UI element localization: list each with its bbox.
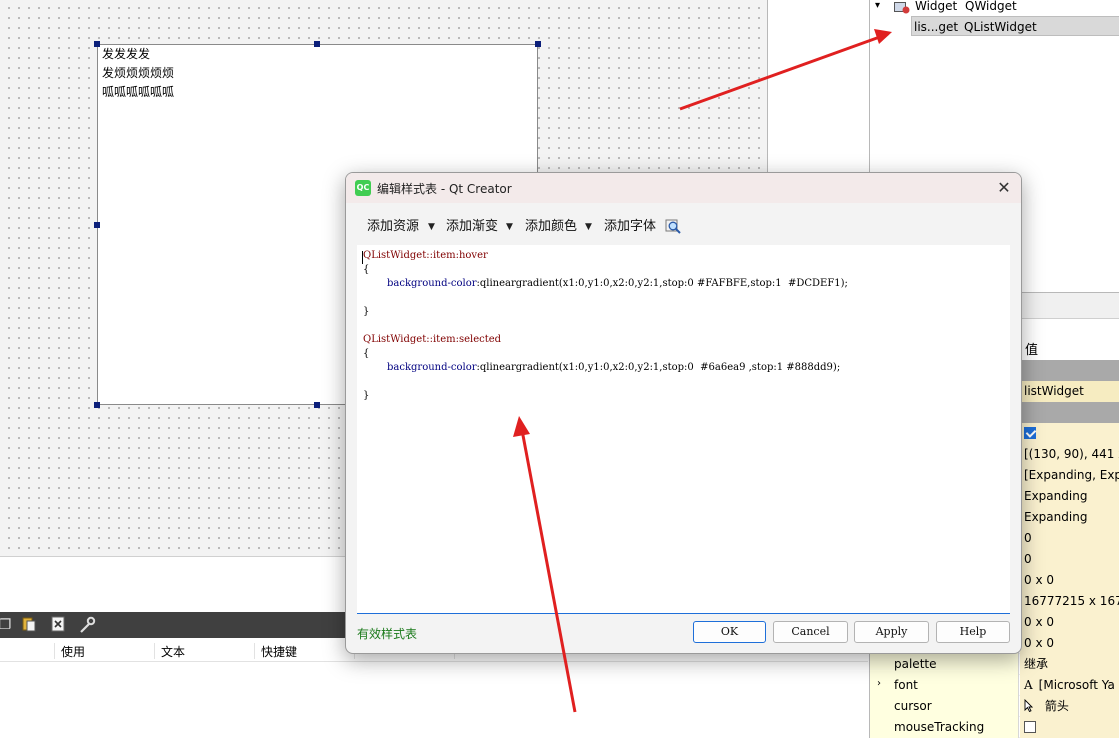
dropdown-arrow-icon[interactable]: ▼	[506, 217, 513, 237]
column-header-shortcut[interactable]: 快捷键	[254, 643, 297, 659]
code-value: :qlineargradient(x1:0,y1:0,x2:0,y2:1,sto…	[476, 362, 841, 373]
code-property: background-color	[387, 278, 477, 289]
column-header-text[interactable]: 文本	[154, 643, 185, 659]
list-item[interactable]: 呱呱呱呱呱呱	[98, 83, 537, 102]
ok-button[interactable]: OK	[693, 621, 766, 643]
dropdown-arrow-icon[interactable]: ▼	[428, 217, 435, 237]
property-value[interactable]: Expanding	[1020, 507, 1119, 528]
resize-handle[interactable]	[314, 402, 320, 408]
property-value[interactable]: 0 x 0	[1020, 570, 1119, 591]
cursor-value: 箭头	[1044, 699, 1069, 713]
list-item[interactable]: 发烦烦烦烦烦	[98, 64, 537, 83]
resize-handle[interactable]	[94, 41, 100, 47]
code-line: background-color:qlineargradient(x1:0,y1…	[387, 277, 848, 291]
property-row-palette[interactable]: palette 继承	[870, 654, 1119, 675]
add-resource-button[interactable]: 添加资源	[367, 217, 419, 237]
stylesheet-text-editor[interactable]: QListWidget::item:hover { background-col…	[357, 245, 1010, 614]
help-button[interactable]: Help	[936, 621, 1010, 643]
copy-icon[interactable]: ❐	[0, 616, 14, 634]
code-selector: QListWidget	[363, 250, 427, 261]
cancel-button[interactable]: Cancel	[773, 621, 848, 643]
configure-icon[interactable]	[78, 616, 96, 634]
font-value: [Microsoft Ya	[1038, 678, 1115, 692]
property-value[interactable]: 0	[1020, 549, 1119, 570]
code-pseudo-state: ::item:selected	[426, 334, 502, 345]
add-color-button[interactable]: 添加颜色	[525, 217, 577, 237]
code-selector: QListWidget	[363, 334, 427, 345]
object-name: Widget	[915, 0, 958, 13]
property-value[interactable]: [(130, 90), 441 x	[1020, 444, 1119, 465]
dropdown-arrow-icon[interactable]: ▼	[585, 217, 592, 237]
property-row-font[interactable]: › font A [Microsoft Ya	[870, 675, 1119, 696]
list-item[interactable]: 发发发发	[98, 45, 537, 64]
tree-row-listwidget[interactable]: lis...get QListWidget	[911, 16, 1119, 36]
object-name: lis...get	[914, 20, 959, 34]
code-line: {	[363, 348, 370, 359]
object-class: QListWidget	[964, 20, 1037, 34]
resize-handle[interactable]	[94, 402, 100, 408]
validity-status: 有效样式表	[357, 627, 418, 641]
object-class: QWidget	[965, 0, 1017, 13]
property-name: font	[870, 675, 1019, 696]
tree-row-widget[interactable]: ▾ Widget QWidget	[870, 0, 1119, 16]
property-value[interactable]: Expanding	[1020, 486, 1119, 507]
resize-handle[interactable]	[94, 222, 100, 228]
paste-icon[interactable]	[20, 616, 38, 634]
code-value: :qlineargradient(x1:0,y1:0,x2:0,y2:1,sto…	[476, 278, 848, 289]
property-value[interactable]: 16777215 x 1677	[1020, 591, 1119, 612]
font-preview-icon[interactable]	[665, 218, 682, 242]
mousetracking-checkbox[interactable]	[1024, 721, 1036, 733]
edit-stylesheet-dialog: QC 编辑样式表 - Qt Creator ✕ 添加资源 ▼ 添加渐变 ▼ 添加…	[345, 172, 1022, 654]
property-value[interactable]: 0 x 0	[1020, 633, 1119, 654]
property-value[interactable]: [Expanding, Expa	[1020, 465, 1119, 486]
enabled-checkbox[interactable]	[1024, 427, 1036, 439]
property-value[interactable]	[1020, 402, 1119, 423]
property-value[interactable]: 0 x 0	[1020, 612, 1119, 633]
code-line: QListWidget::item:selected	[363, 333, 501, 347]
property-header: 值	[1022, 293, 1119, 358]
property-value[interactable]: listWidget	[1020, 381, 1119, 402]
code-line: }	[363, 306, 370, 317]
property-row-cursor[interactable]: cursor 箭头	[870, 696, 1119, 717]
code-line: {	[363, 264, 370, 275]
add-gradient-button[interactable]: 添加渐变	[446, 217, 498, 237]
apply-button[interactable]: Apply	[854, 621, 929, 643]
add-font-button[interactable]: 添加字体	[604, 217, 656, 237]
resize-handle[interactable]	[314, 41, 320, 47]
property-value[interactable]	[1020, 360, 1119, 381]
property-row-mousetracking[interactable]: mouseTracking	[870, 717, 1119, 738]
delete-icon[interactable]	[49, 616, 67, 634]
dialog-titlebar[interactable]: QC 编辑样式表 - Qt Creator ✕	[346, 173, 1021, 203]
expand-arrow-icon[interactable]: ›	[877, 678, 881, 689]
dialog-title: 编辑样式表 - Qt Creator	[377, 182, 512, 196]
property-name: cursor	[870, 696, 1019, 717]
property-value[interactable]: 箭头	[1020, 696, 1119, 717]
qt-creator-logo-icon: QC	[355, 180, 371, 196]
property-value[interactable]: 0	[1020, 528, 1119, 549]
property-value[interactable]	[1020, 717, 1119, 738]
expand-arrow-icon[interactable]: ▾	[875, 0, 880, 16]
property-value[interactable]	[1020, 423, 1119, 444]
property-name: palette	[870, 654, 1019, 675]
resize-handle[interactable]	[535, 41, 541, 47]
property-value[interactable]: A [Microsoft Ya	[1020, 675, 1119, 696]
value-column-header: 值	[1025, 343, 1039, 358]
font-icon: A	[1024, 678, 1033, 692]
close-button[interactable]: ✕	[993, 177, 1015, 199]
property-name: mouseTracking	[870, 717, 1019, 738]
widget-icon	[894, 0, 910, 14]
column-header-used[interactable]: 使用	[54, 643, 85, 659]
code-line: }	[363, 390, 370, 401]
code-line: background-color:qlineargradient(x1:0,y1…	[387, 361, 840, 375]
property-value[interactable]: 继承	[1020, 654, 1119, 675]
code-property: background-color	[387, 362, 477, 373]
code-line: QListWidget::item:hover	[363, 249, 488, 263]
code-pseudo-state: ::item:hover	[426, 250, 488, 261]
arrow-cursor-icon	[1024, 698, 1037, 713]
action-table	[0, 662, 868, 738]
